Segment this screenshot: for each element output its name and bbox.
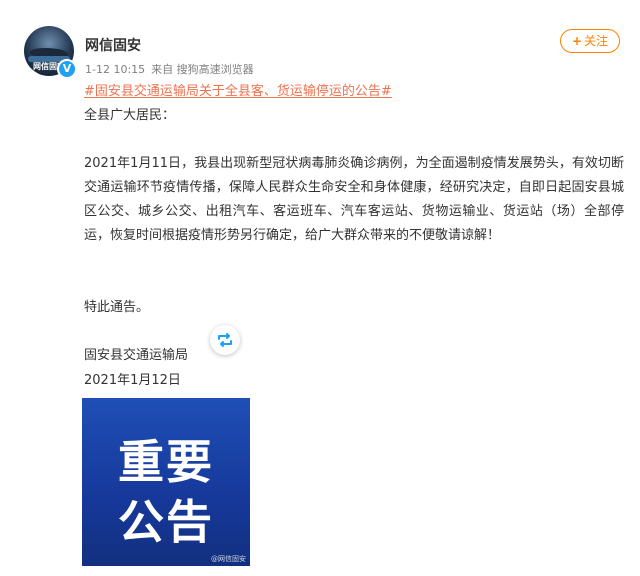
post-body: 2021年1月11日，我县出现新型冠状病毒肺炎确诊病例，为全面遏制疫情发展势头，…	[84, 156, 624, 243]
post-signature: 固安县交通运输局	[84, 348, 189, 363]
topic-link[interactable]: #固安县交通运输局关于全县客、货运输停运的公告#	[84, 80, 392, 99]
post-meta: 1-12 10:15 来自 搜狗高速浏览器	[85, 61, 260, 77]
follow-button[interactable]: + 关注	[560, 29, 620, 53]
author-name[interactable]: 网信固安	[85, 35, 141, 55]
post-date: 2021年1月12日	[84, 373, 181, 388]
post-greeting: 全县广大居民：	[84, 108, 176, 123]
post-time[interactable]: 1-12 10:15	[85, 63, 145, 76]
image-watermark: @网信固安	[211, 555, 246, 563]
notice-image-line2: 公告	[118, 495, 214, 549]
post-closing: 特此通告。	[84, 300, 150, 315]
repost-icon[interactable]	[210, 325, 240, 355]
plus-icon: +	[571, 34, 583, 48]
author-avatar[interactable]: 网信固安 V	[24, 26, 77, 79]
post-source: 来自 搜狗高速浏览器	[151, 63, 254, 76]
verified-badge-icon: V	[57, 59, 77, 79]
notice-image-line1: 重要	[118, 435, 214, 489]
repost-arrows-icon	[218, 333, 232, 347]
follow-label: 关注	[584, 34, 609, 48]
notice-image[interactable]: 重要 公告 @网信固安	[82, 398, 250, 566]
